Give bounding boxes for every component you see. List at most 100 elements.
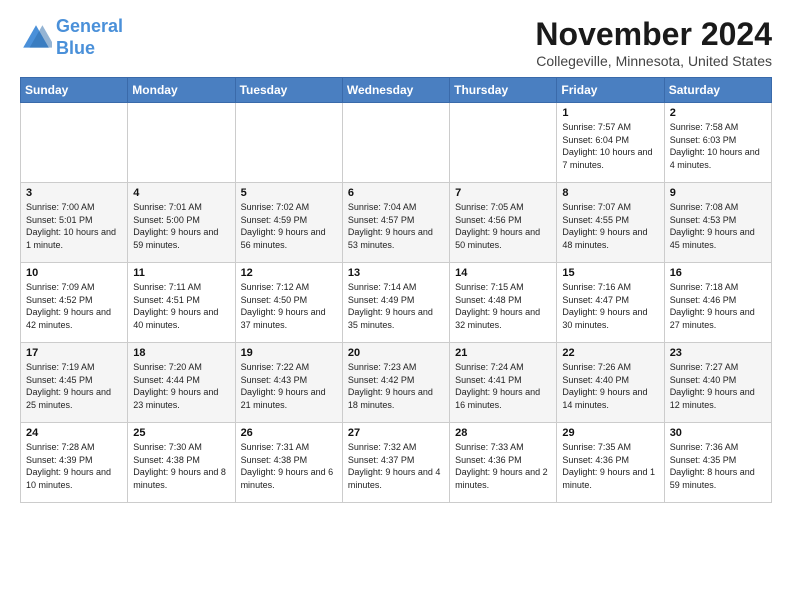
calendar-day-5: 5Sunrise: 7:02 AM Sunset: 4:59 PM Daylig… xyxy=(235,183,342,263)
day-info: Sunrise: 7:14 AM Sunset: 4:49 PM Dayligh… xyxy=(348,281,444,331)
day-number: 19 xyxy=(241,347,337,359)
calendar-day-9: 9Sunrise: 7:08 AM Sunset: 4:53 PM Daylig… xyxy=(664,183,771,263)
day-info: Sunrise: 7:15 AM Sunset: 4:48 PM Dayligh… xyxy=(455,281,551,331)
calendar-day-22: 22Sunrise: 7:26 AM Sunset: 4:40 PM Dayli… xyxy=(557,343,664,423)
day-info: Sunrise: 7:01 AM Sunset: 5:00 PM Dayligh… xyxy=(133,201,229,251)
day-info: Sunrise: 7:05 AM Sunset: 4:56 PM Dayligh… xyxy=(455,201,551,251)
calendar-day-19: 19 Sunrise: 7:22 AM Sunset: 4:43 PM Dayli… xyxy=(235,343,342,423)
day-info: Sunrise: 7:32 AM Sunset: 4:37 PM Dayligh… xyxy=(348,441,444,491)
calendar-table: SundayMondayTuesdayWednesdayThursdayFrid… xyxy=(20,77,772,503)
calendar-day-10: 10 Sunrise: 7:09 AM Sunset: 4:52 PM Dayli… xyxy=(21,263,128,343)
day-of-week-wednesday: Wednesday xyxy=(342,78,449,103)
day-number: 18 xyxy=(133,347,229,359)
calendar-day-26: 26 Sunrise: 7:31 AM Sunset: 4:38 PM Dayli… xyxy=(235,423,342,503)
day-info: Sunrise: 7:24 AM Sunset: 4:41 PM Dayligh… xyxy=(455,361,551,411)
calendar-day-2: 2 Sunrise: 7:58 AM Sunset: 6:03 PM Daylig… xyxy=(664,103,771,183)
day-number: 23 xyxy=(670,347,766,359)
calendar-day-25: 25Sunrise: 7:30 AM Sunset: 4:38 PM Dayli… xyxy=(128,423,235,503)
logo-line2: Blue xyxy=(56,38,95,58)
calendar-day-6: 6 Sunrise: 7:04 AM Sunset: 4:57 PM Daylig… xyxy=(342,183,449,263)
day-number: 21 xyxy=(455,347,551,359)
day-info: Sunrise: 7:27 AM Sunset: 4:40 PM Dayligh… xyxy=(670,361,766,411)
day-number: 7 xyxy=(455,187,551,199)
day-number: 14 xyxy=(455,267,551,279)
page-header: General Blue November 2024 Collegeville,… xyxy=(20,16,772,69)
logo-text: General Blue xyxy=(56,16,123,59)
location: Collegeville, Minnesota, United States xyxy=(535,53,772,69)
calendar-day-7: 7 Sunrise: 7:05 AM Sunset: 4:56 PM Daylig… xyxy=(450,183,557,263)
calendar-day-24: 24 Sunrise: 7:28 AM Sunset: 4:39 PM Dayli… xyxy=(21,423,128,503)
title-area: November 2024 Collegeville, Minnesota, U… xyxy=(535,16,772,69)
day-number: 20 xyxy=(348,347,444,359)
day-info: Sunrise: 7:20 AM Sunset: 4:44 PM Dayligh… xyxy=(133,361,229,411)
day-info: Sunrise: 7:00 AM Sunset: 5:01 PM Dayligh… xyxy=(26,201,122,251)
day-info: Sunrise: 7:26 AM Sunset: 4:40 PM Dayligh… xyxy=(562,361,658,411)
day-number: 24 xyxy=(26,427,122,439)
calendar-day-16: 16Sunrise: 7:18 AM Sunset: 4:46 PM Dayli… xyxy=(664,263,771,343)
logo-line1: General xyxy=(56,16,123,36)
logo-icon xyxy=(20,22,52,54)
day-of-week-tuesday: Tuesday xyxy=(235,78,342,103)
month-title: November 2024 xyxy=(535,16,772,53)
day-number: 17 xyxy=(26,347,122,359)
calendar-week-5: 24 Sunrise: 7:28 AM Sunset: 4:39 PM Dayli… xyxy=(21,423,772,503)
calendar-empty-cell xyxy=(235,103,342,183)
day-number: 26 xyxy=(241,427,337,439)
day-info: Sunrise: 7:07 AM Sunset: 4:55 PM Dayligh… xyxy=(562,201,658,251)
calendar-empty-cell xyxy=(342,103,449,183)
day-number: 30 xyxy=(670,427,766,439)
day-info: Sunrise: 7:58 AM Sunset: 6:03 PM Dayligh… xyxy=(670,121,766,171)
day-number: 10 xyxy=(26,267,122,279)
day-number: 1 xyxy=(562,107,658,119)
calendar-empty-cell xyxy=(128,103,235,183)
day-info: Sunrise: 7:04 AM Sunset: 4:57 PM Dayligh… xyxy=(348,201,444,251)
calendar-week-4: 17 Sunrise: 7:19 AM Sunset: 4:45 PM Dayli… xyxy=(21,343,772,423)
calendar-day-11: 11 Sunrise: 7:11 AM Sunset: 4:51 PM Dayli… xyxy=(128,263,235,343)
calendar-day-17: 17 Sunrise: 7:19 AM Sunset: 4:45 PM Dayli… xyxy=(21,343,128,423)
calendar-day-30: 30 Sunrise: 7:36 AM Sunset: 4:35 PM Dayli… xyxy=(664,423,771,503)
day-info: Sunrise: 7:36 AM Sunset: 4:35 PM Dayligh… xyxy=(670,441,766,491)
calendar-day-8: 8 Sunrise: 7:07 AM Sunset: 4:55 PM Daylig… xyxy=(557,183,664,263)
day-info: Sunrise: 7:09 AM Sunset: 4:52 PM Dayligh… xyxy=(26,281,122,331)
day-info: Sunrise: 7:19 AM Sunset: 4:45 PM Dayligh… xyxy=(26,361,122,411)
calendar-day-28: 28Sunrise: 7:33 AM Sunset: 4:36 PM Dayli… xyxy=(450,423,557,503)
day-number: 25 xyxy=(133,427,229,439)
calendar-empty-cell xyxy=(450,103,557,183)
day-number: 8 xyxy=(562,187,658,199)
day-info: Sunrise: 7:23 AM Sunset: 4:42 PM Dayligh… xyxy=(348,361,444,411)
calendar-day-3: 3 Sunrise: 7:00 AM Sunset: 5:01 PM Daylig… xyxy=(21,183,128,263)
day-info: Sunrise: 7:12 AM Sunset: 4:50 PM Dayligh… xyxy=(241,281,337,331)
logo: General Blue xyxy=(20,16,123,59)
day-info: Sunrise: 7:35 AM Sunset: 4:36 PM Dayligh… xyxy=(562,441,658,491)
day-of-week-thursday: Thursday xyxy=(450,78,557,103)
day-number: 11 xyxy=(133,267,229,279)
calendar-day-15: 15 Sunrise: 7:16 AM Sunset: 4:47 PM Dayli… xyxy=(557,263,664,343)
day-info: Sunrise: 7:33 AM Sunset: 4:36 PM Dayligh… xyxy=(455,441,551,491)
day-info: Sunrise: 7:28 AM Sunset: 4:39 PM Dayligh… xyxy=(26,441,122,491)
calendar-day-27: 27 Sunrise: 7:32 AM Sunset: 4:37 PM Dayli… xyxy=(342,423,449,503)
day-number: 2 xyxy=(670,107,766,119)
day-info: Sunrise: 7:57 AM Sunset: 6:04 PM Dayligh… xyxy=(562,121,658,171)
day-info: Sunrise: 7:16 AM Sunset: 4:47 PM Dayligh… xyxy=(562,281,658,331)
day-number: 15 xyxy=(562,267,658,279)
day-info: Sunrise: 7:18 AM Sunset: 4:46 PM Dayligh… xyxy=(670,281,766,331)
day-number: 6 xyxy=(348,187,444,199)
day-of-week-monday: Monday xyxy=(128,78,235,103)
day-info: Sunrise: 7:11 AM Sunset: 4:51 PM Dayligh… xyxy=(133,281,229,331)
day-number: 27 xyxy=(348,427,444,439)
calendar-day-29: 29Sunrise: 7:35 AM Sunset: 4:36 PM Dayli… xyxy=(557,423,664,503)
day-number: 12 xyxy=(241,267,337,279)
day-of-week-saturday: Saturday xyxy=(664,78,771,103)
day-info: Sunrise: 7:02 AM Sunset: 4:59 PM Dayligh… xyxy=(241,201,337,251)
day-info: Sunrise: 7:31 AM Sunset: 4:38 PM Dayligh… xyxy=(241,441,337,491)
calendar-day-13: 13Sunrise: 7:14 AM Sunset: 4:49 PM Dayli… xyxy=(342,263,449,343)
day-number: 3 xyxy=(26,187,122,199)
calendar-day-20: 20 Sunrise: 7:23 AM Sunset: 4:42 PM Dayli… xyxy=(342,343,449,423)
calendar-day-12: 12 Sunrise: 7:12 AM Sunset: 4:50 PM Dayli… xyxy=(235,263,342,343)
calendar-day-23: 23 Sunrise: 7:27 AM Sunset: 4:40 PM Dayli… xyxy=(664,343,771,423)
calendar-week-2: 3 Sunrise: 7:00 AM Sunset: 5:01 PM Daylig… xyxy=(21,183,772,263)
calendar-day-14: 14 Sunrise: 7:15 AM Sunset: 4:48 PM Dayli… xyxy=(450,263,557,343)
day-info: Sunrise: 7:08 AM Sunset: 4:53 PM Dayligh… xyxy=(670,201,766,251)
day-info: Sunrise: 7:22 AM Sunset: 4:43 PM Dayligh… xyxy=(241,361,337,411)
calendar-empty-cell xyxy=(21,103,128,183)
